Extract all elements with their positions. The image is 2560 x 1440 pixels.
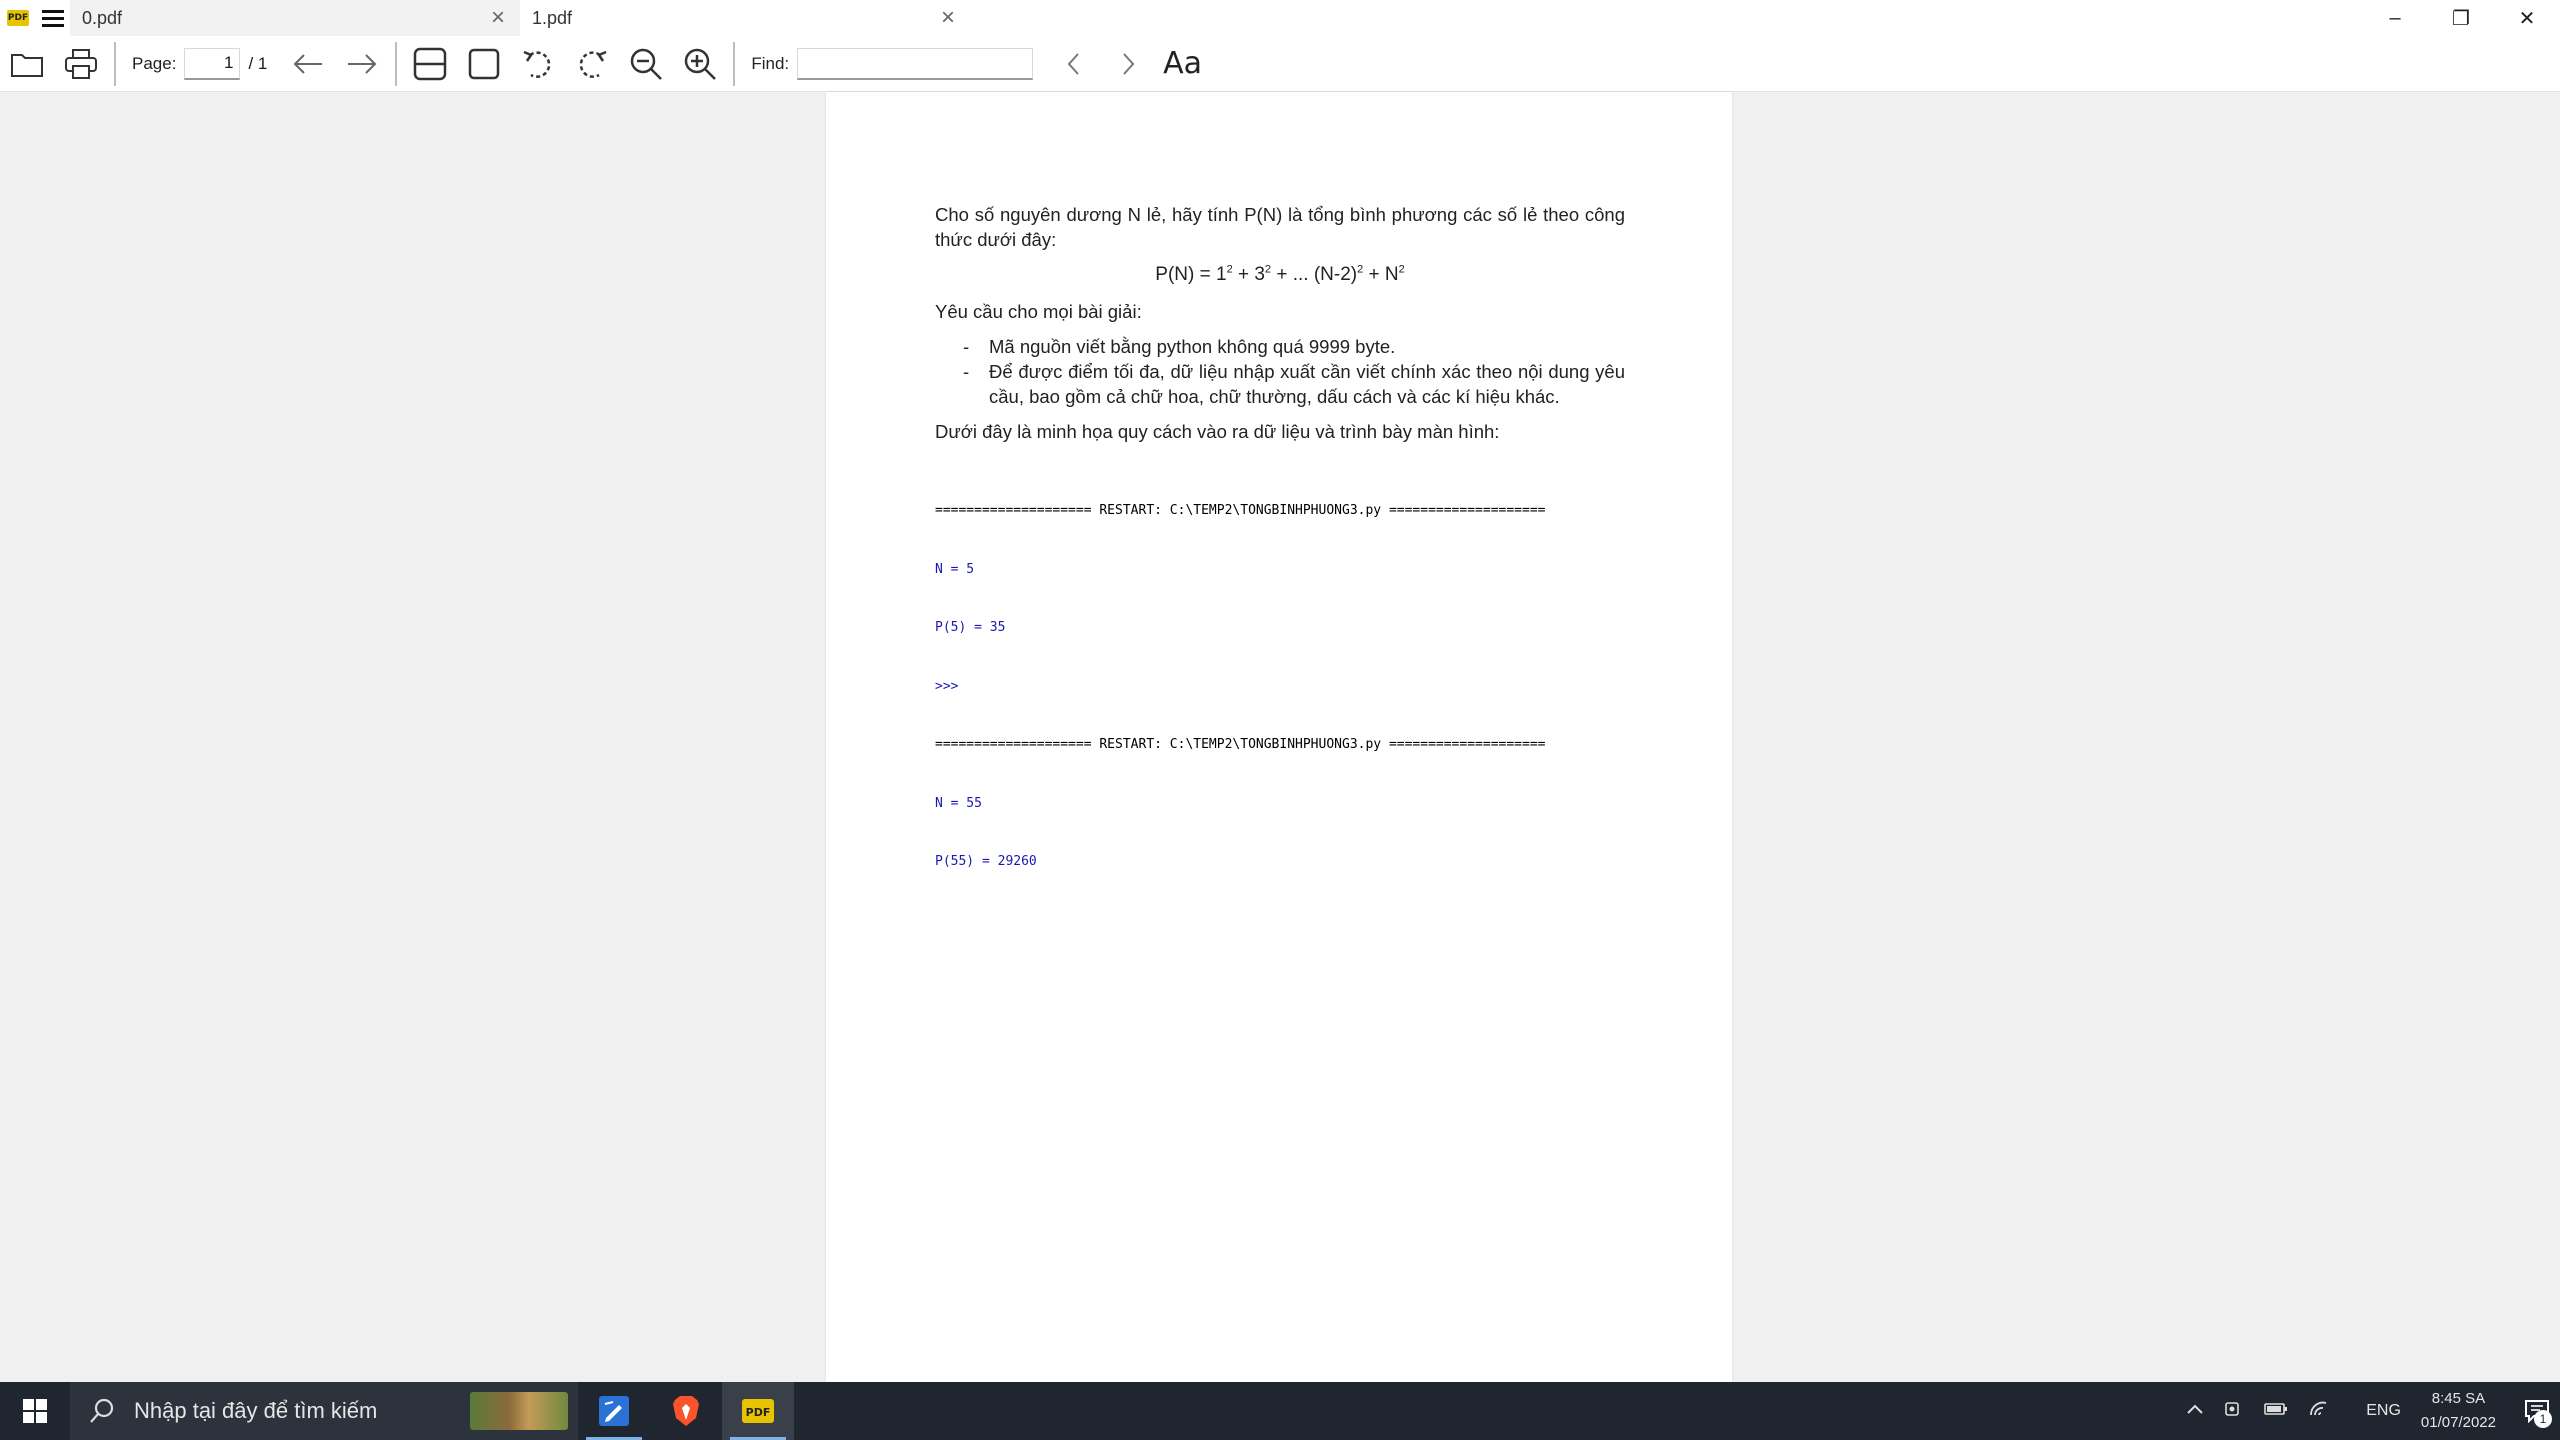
search-highlight-image: [470, 1392, 568, 1430]
next-page-icon[interactable]: [335, 37, 389, 91]
pdf-reader-icon[interactable]: PDF: [722, 1382, 794, 1440]
requirements-list: Mã nguồn viết bằng python không quá 9999…: [935, 334, 1625, 409]
brave-browser-icon[interactable]: [650, 1382, 722, 1440]
clock-time: 8:45 SA: [2431, 1390, 2486, 1407]
language-indicator[interactable]: ENG: [2366, 1402, 2401, 1420]
previous-page-icon[interactable]: [281, 37, 335, 91]
toolbar-divider: [395, 41, 398, 86]
page-number-input[interactable]: 1: [184, 47, 241, 80]
formula: P(N) = 12 + 32 + ... (N-2)2 + N2: [1155, 263, 1405, 285]
search-icon: [90, 1398, 114, 1423]
console-sample: ==================== RESTART: C:\TEMP2\T…: [935, 462, 1625, 911]
console-line: ==================== RESTART: C:\TEMP2\T…: [935, 503, 1546, 518]
tab-label: 0.pdf: [82, 7, 123, 28]
zoom-in-icon[interactable]: [673, 37, 727, 91]
app-icon: PDF: [0, 0, 36, 36]
list-item: Để được điểm tối đa, dữ liệu nhập xuất c…: [935, 359, 1625, 409]
clock-date: 01/07/2022: [2420, 1414, 2496, 1431]
rotate-right-icon[interactable]: [565, 37, 619, 91]
open-folder-icon[interactable]: [0, 37, 54, 91]
find-previous-icon[interactable]: [1047, 37, 1101, 91]
demo-heading: Dưới đây là minh họa quy cách vào ra dữ …: [935, 421, 1500, 442]
tab-1-pdf[interactable]: 1.pdf ×: [520, 0, 970, 36]
console-line: P(55) = 29260: [935, 854, 1037, 869]
svg-text:PDF: PDF: [746, 1406, 771, 1419]
window-controls: – ❐ ✕: [2362, 0, 2560, 36]
find-next-icon[interactable]: [1101, 37, 1155, 91]
zoom-out-icon[interactable]: [619, 37, 673, 91]
fit-page-icon[interactable]: [457, 37, 511, 91]
requirements-heading: Yêu cầu cho mọi bài giải:: [935, 301, 1142, 322]
menu-icon[interactable]: [36, 0, 70, 36]
notification-badge: 1: [2534, 1410, 2552, 1428]
close-window-button[interactable]: ✕: [2494, 0, 2560, 36]
match-case-button[interactable]: Aa: [1163, 46, 1202, 81]
show-hidden-icons[interactable]: [2186, 1402, 2204, 1420]
clock[interactable]: 8:45 SA 01/07/2022: [2421, 1387, 2496, 1435]
meet-now-icon[interactable]: [2224, 1399, 2244, 1424]
windows-start-icon[interactable]: [0, 1382, 70, 1440]
console-line: ==================== RESTART: C:\TEMP2\T…: [935, 737, 1546, 752]
print-icon[interactable]: [54, 37, 108, 91]
restore-button[interactable]: ❐: [2428, 0, 2494, 36]
find-input[interactable]: [797, 47, 1034, 80]
rotate-left-icon[interactable]: [511, 37, 565, 91]
fit-width-icon[interactable]: [403, 37, 457, 91]
tab-label: 1.pdf: [532, 7, 573, 28]
tab-0-pdf[interactable]: 0.pdf ×: [70, 0, 520, 36]
system-tray: ENG 8:45 SA 01/07/2022 1: [2176, 1382, 2560, 1440]
toolbar: Page: 1 / 1 Find: Aa: [0, 36, 2560, 92]
toolbar-divider: [114, 41, 116, 86]
page-label: Page:: [132, 53, 177, 73]
title-bar: PDF 0.pdf × 1.pdf × – ❐ ✕: [0, 0, 2560, 36]
tab-close-icon[interactable]: ×: [484, 4, 512, 32]
console-line: P(5) = 35: [935, 620, 1006, 635]
list-item: Mã nguồn viết bằng python không quá 9999…: [935, 334, 1625, 359]
search-placeholder: Nhập tại đây để tìm kiếm: [134, 1398, 378, 1423]
taskbar-search[interactable]: Nhập tại đây để tìm kiếm: [70, 1382, 578, 1440]
taskbar: Nhập tại đây để tìm kiếm PDF ENG 8:45 SA…: [0, 1382, 2560, 1440]
page-content: Cho số nguyên dương N lẻ, hãy tính P(N) …: [935, 202, 1625, 911]
wifi-icon[interactable]: [2308, 1400, 2330, 1423]
toolbar-divider: [733, 41, 736, 86]
problem-intro: Cho số nguyên dương N lẻ, hãy tính P(N) …: [935, 204, 1625, 250]
page-total: / 1: [248, 53, 268, 73]
find-label: Find:: [751, 53, 790, 73]
battery-icon[interactable]: [2264, 1402, 2288, 1421]
console-line: >>>: [935, 678, 959, 694]
console-line: N = 55: [935, 795, 982, 811]
whiteboard-app-icon[interactable]: [578, 1382, 650, 1440]
console-line: N = 5: [935, 561, 975, 577]
pdf-page: Cho số nguyên dương N lẻ, hãy tính P(N) …: [826, 92, 1732, 1382]
notification-center-icon[interactable]: 1: [2514, 1382, 2560, 1440]
tab-close-icon[interactable]: ×: [934, 4, 962, 32]
minimize-button[interactable]: –: [2362, 0, 2428, 36]
document-viewer[interactable]: Cho số nguyên dương N lẻ, hãy tính P(N) …: [0, 92, 2560, 1382]
